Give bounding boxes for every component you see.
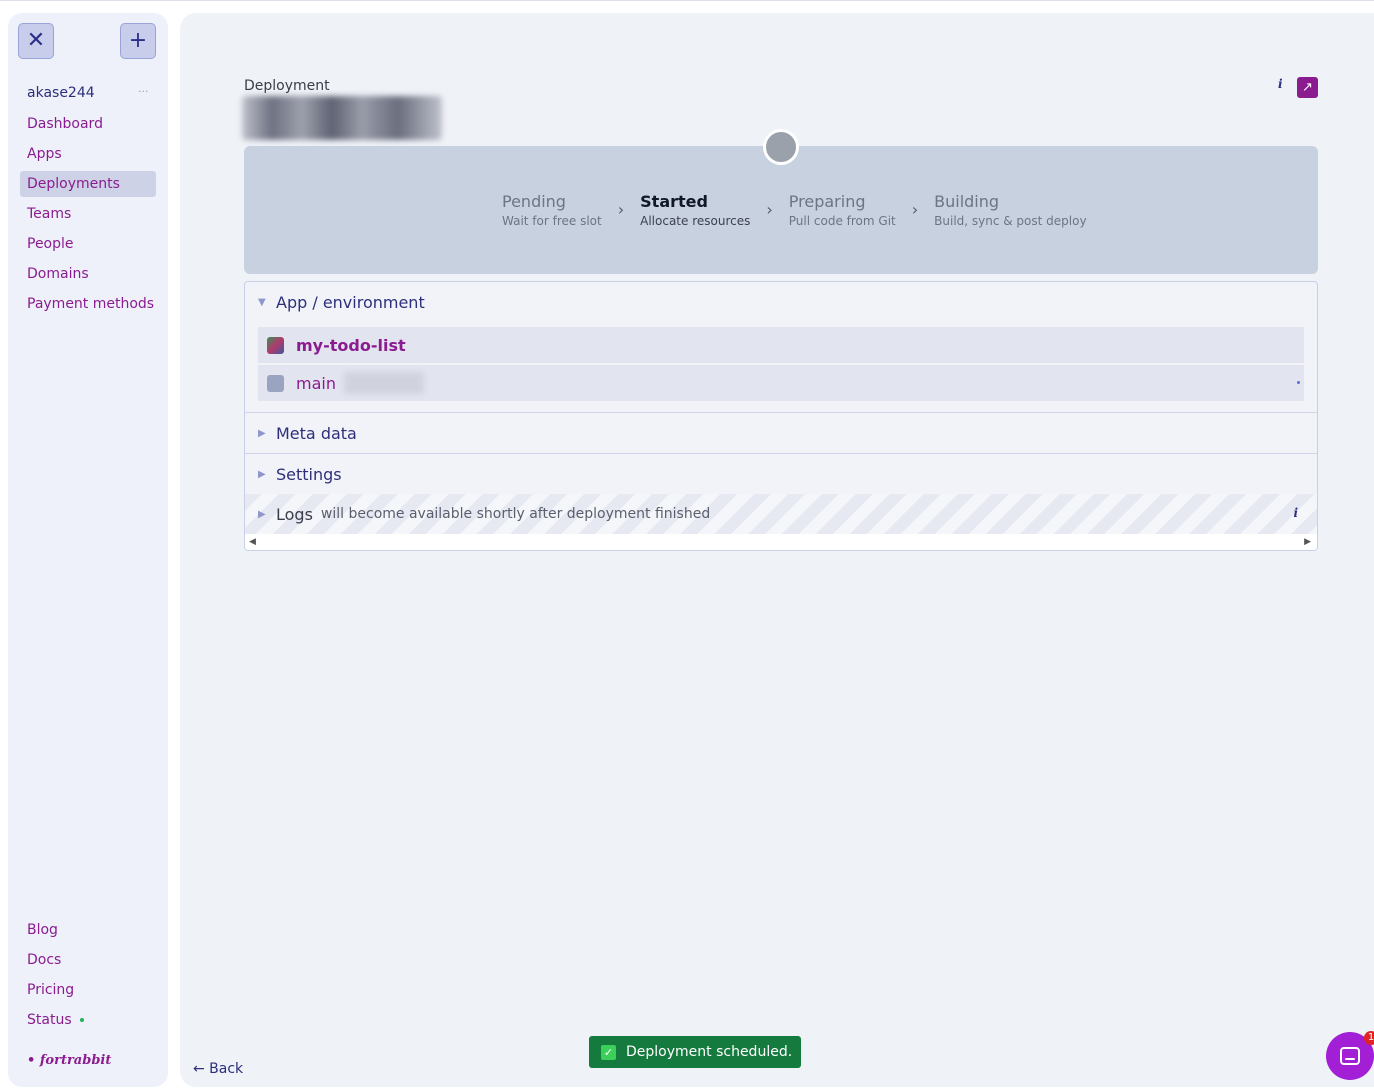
check-icon: ✓ (601, 1044, 616, 1060)
scroll-left-icon[interactable]: ◀ (249, 536, 256, 548)
sidebar: ✕ + akase244 ··· Dashboard Apps Deployme… (8, 13, 168, 1087)
close-button[interactable]: ✕ (18, 23, 54, 59)
brand-logo[interactable]: • fortrabbit (27, 1053, 111, 1068)
environment-row[interactable]: main (258, 365, 1304, 401)
close-icon: ✕ (26, 28, 46, 53)
toast-notification: ✓ Deployment scheduled. (589, 1036, 801, 1068)
step-subtitle: Allocate resources (640, 214, 751, 228)
app-row[interactable]: my-todo-list (258, 327, 1304, 363)
info-icon[interactable]: i (1278, 77, 1283, 91)
section-title: Meta data (276, 423, 357, 443)
triangle-right-icon: ▶ (258, 468, 266, 480)
sidebar-footer: Blog Docs Pricing Status (20, 917, 156, 1037)
top-border (0, 0, 1374, 1)
sidebar-nav: Dashboard Apps Deployments Teams People … (20, 111, 156, 321)
page-title: Deployment (244, 78, 330, 94)
toast-message: Deployment scheduled. (626, 1044, 793, 1060)
sidebar-item-domains[interactable]: Domains (20, 261, 156, 287)
user-name[interactable]: akase244 (27, 85, 95, 101)
deployment-progress: Pending Wait for free slot › Started All… (244, 129, 1318, 274)
details-accordion: ▼ App / environment my-todo-list main ▶ … (244, 281, 1318, 551)
app-name-link[interactable]: my-todo-list (296, 336, 406, 355)
footer-link-docs[interactable]: Docs (20, 947, 156, 973)
section-meta-data-header[interactable]: ▶ Meta data (245, 413, 1317, 453)
scroll-right-icon[interactable]: ▶ (1304, 536, 1311, 548)
section-title: App / environment (276, 292, 425, 312)
environment-url-redacted (343, 372, 424, 394)
chevron-right-icon: › (766, 200, 773, 219)
horizontal-scrollbar[interactable]: ◀ ▶ (245, 534, 1317, 550)
branch-name-link[interactable]: main (296, 374, 336, 393)
step-pending: Pending Wait for free slot (502, 192, 602, 229)
footer-link-pricing[interactable]: Pricing (20, 977, 156, 1003)
external-link-button[interactable]: ↗ (1297, 77, 1318, 98)
triangle-right-icon: ▶ (258, 427, 266, 439)
chevron-right-icon: › (617, 200, 625, 219)
section-title: Logs (276, 504, 313, 524)
step-building: Building Build, sync & post deploy (934, 192, 1086, 229)
status-dot-icon (79, 1018, 84, 1022)
plus-icon: + (128, 28, 148, 53)
chat-badge: 1 (1364, 1031, 1374, 1045)
triangle-right-icon: ▶ (258, 508, 266, 520)
info-icon[interactable]: i (1293, 506, 1298, 520)
section-title: Settings (276, 464, 342, 484)
sidebar-item-people[interactable]: People (20, 231, 156, 257)
footer-link-blog[interactable]: Blog (20, 917, 156, 943)
section-app-environment-header[interactable]: ▼ App / environment (245, 282, 1317, 322)
triangle-down-icon: ▼ (258, 296, 266, 308)
step-subtitle: Pull code from Git (788, 214, 896, 228)
status-label: Status (27, 1012, 72, 1028)
progress-indicator-icon (763, 129, 799, 165)
app-icon (267, 336, 284, 354)
status-dot-icon (1297, 381, 1300, 384)
sidebar-item-payment-methods[interactable]: Payment methods (20, 291, 156, 317)
sidebar-item-teams[interactable]: Teams (20, 201, 156, 227)
environment-icon (267, 374, 284, 392)
add-button[interactable]: + (120, 23, 156, 59)
sidebar-item-apps[interactable]: Apps (20, 141, 156, 167)
deployment-id-redacted (242, 96, 442, 140)
chat-icon (1340, 1047, 1360, 1065)
step-title: Started (640, 192, 708, 211)
main-panel: Deployment i ↗ Pending Wait for free slo… (180, 13, 1374, 1087)
user-more-icon[interactable]: ··· (138, 85, 149, 98)
step-subtitle: Build, sync & post deploy (934, 214, 1087, 228)
step-subtitle: Wait for free slot (502, 214, 602, 228)
sidebar-item-dashboard[interactable]: Dashboard (20, 111, 156, 137)
step-title: Preparing (788, 192, 866, 211)
footer-link-status[interactable]: Status (20, 1007, 156, 1033)
sidebar-item-deployments[interactable]: Deployments (20, 171, 156, 197)
back-link[interactable]: ← Back (193, 1061, 243, 1077)
step-preparing: Preparing Pull code from Git (789, 192, 896, 229)
step-title: Pending (502, 192, 566, 211)
logs-note: will become available shortly after depl… (320, 506, 711, 522)
external-link-icon: ↗ (1302, 80, 1313, 95)
step-started: Started Allocate resources (640, 192, 750, 229)
section-logs-header[interactable]: ▶ Logs will become available shortly aft… (245, 494, 1317, 534)
section-settings-header[interactable]: ▶ Settings (245, 454, 1317, 494)
chevron-right-icon: › (911, 200, 919, 219)
step-title: Building (934, 192, 1000, 211)
progress-steps: Pending Wait for free slot › Started All… (502, 192, 1087, 232)
